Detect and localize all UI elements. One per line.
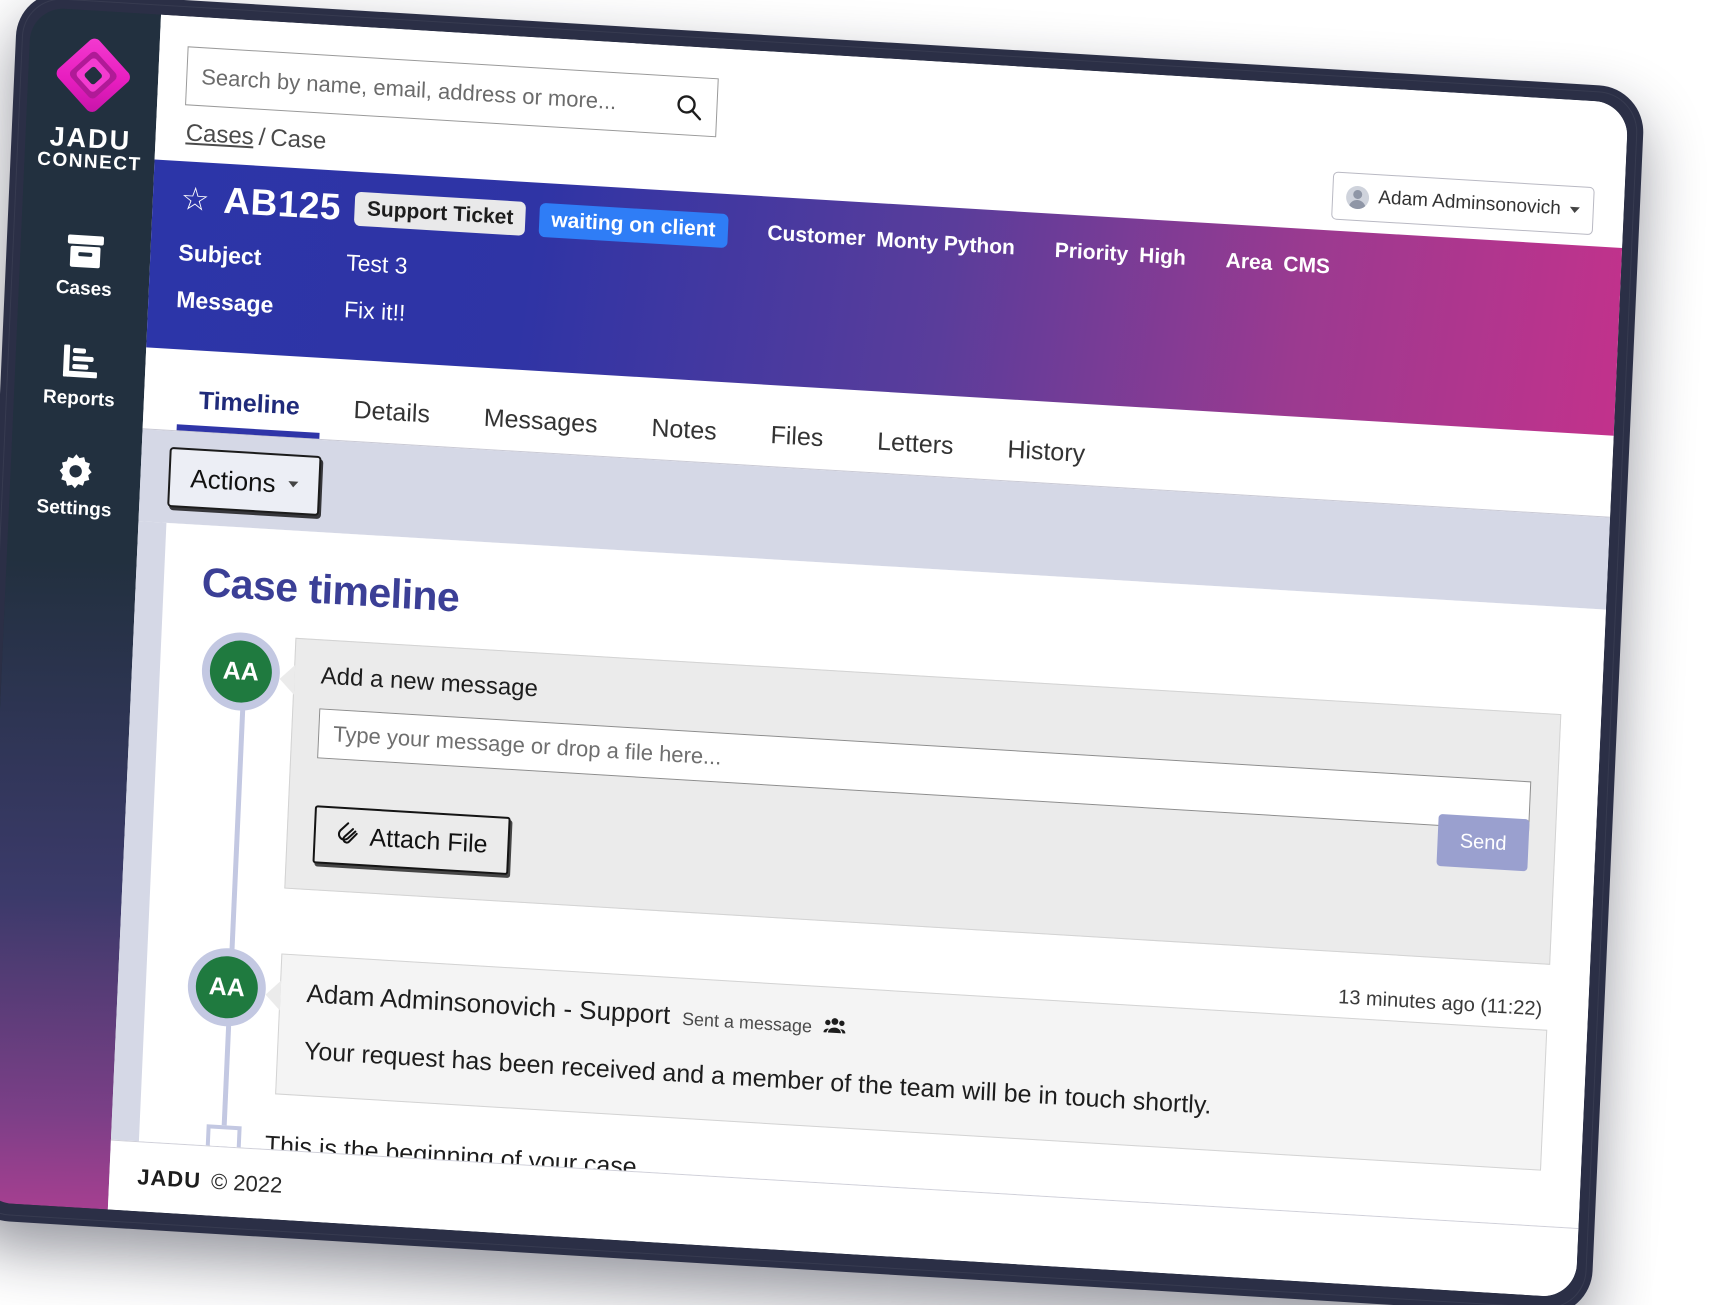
brand-wordmark: JADU CONNECT <box>37 121 143 176</box>
actions-dropdown-label: Actions <box>189 462 277 498</box>
sidebar-nav: Cases Reports Settings <box>8 209 152 546</box>
sidebar-item-reports[interactable]: Reports <box>12 319 147 437</box>
search-input[interactable] <box>186 62 662 118</box>
case-type-badge: Support Ticket <box>354 191 527 236</box>
attach-file-label: Attach File <box>369 823 489 859</box>
case-priority-label: Priority <box>1054 238 1129 267</box>
people-group-icon <box>823 1016 846 1039</box>
sidebar-item-settings[interactable]: Settings <box>8 429 143 547</box>
bar-chart-icon <box>61 341 101 383</box>
case-customer-value: Monty Python <box>875 228 1016 260</box>
avatar: AA <box>208 638 274 705</box>
case-reference: AB125 <box>222 179 342 228</box>
app-screen: JADU CONNECT Cases Reports Settings Sear… <box>0 6 1629 1298</box>
sidebar-item-label: Settings <box>36 496 112 522</box>
case-area-label: Area <box>1225 249 1273 275</box>
compose-bubble: Add a new message Type your message or d… <box>284 637 1562 965</box>
attach-file-button[interactable]: Attach File <box>312 805 511 875</box>
tab-files[interactable]: Files <box>742 419 851 470</box>
user-menu-button[interactable]: Adam Adminsonovich <box>1331 171 1595 236</box>
chevron-down-icon <box>288 481 299 488</box>
star-outline-icon[interactable]: ☆ <box>180 180 210 218</box>
tab-letters[interactable]: Letters <box>849 426 981 479</box>
send-button[interactable]: Send <box>1436 813 1530 872</box>
case-status-badge: waiting on client <box>538 202 729 249</box>
avatar: AA <box>194 954 260 1021</box>
chevron-down-icon <box>1569 206 1580 214</box>
user-avatar-icon <box>1345 184 1370 210</box>
tab-details[interactable]: Details <box>325 394 457 447</box>
gear-icon <box>56 450 96 492</box>
paperclip-icon <box>335 820 358 852</box>
case-area-value: CMS <box>1282 252 1331 279</box>
sidebar-item-cases[interactable]: Cases <box>17 209 152 327</box>
case-subject-value: Test 3 <box>345 249 409 279</box>
compose-actions: Attach File Send <box>312 805 1530 936</box>
case-priority: Priority High <box>1054 239 1186 271</box>
tab-notes[interactable]: Notes <box>623 412 744 464</box>
timeline-card: Case timeline AA Add a new message Type … <box>138 522 1607 1229</box>
footer-brand: JADU <box>136 1163 202 1193</box>
sidebar-item-label: Cases <box>55 277 113 302</box>
case-customer-label: Customer <box>766 221 866 251</box>
tab-history[interactable]: History <box>979 434 1113 487</box>
app-content: Cases/Case Adam Adminsonovich ☆ AB125 Su… <box>107 14 1629 1298</box>
message-author: Adam Adminsonovich - Support <box>305 978 671 1030</box>
case-subject-label: Subject <box>177 239 263 271</box>
screenshot-scene: JADU CONNECT Cases Reports Settings Sear… <box>0 0 1721 1305</box>
sidebar-item-label: Reports <box>42 386 116 412</box>
case-customer: Customer Monty Python <box>766 221 1016 261</box>
actions-dropdown-button[interactable]: Actions <box>167 446 322 517</box>
timeline-compose-row: AA Add a new message Type your message o… <box>184 632 1562 965</box>
search-icon[interactable] <box>660 90 717 121</box>
footer-copyright: © 2022 <box>210 1168 283 1198</box>
content-area: Case timeline AA Add a new message Type … <box>110 521 1607 1229</box>
tablet-device-frame: JADU CONNECT Cases Reports Settings Sear… <box>0 0 1646 1305</box>
jadu-diamond-logo-icon <box>48 30 138 121</box>
breadcrumb: Cases / Case <box>185 119 327 155</box>
breadcrumb-separator: / <box>258 123 266 152</box>
case-priority-value: High <box>1138 243 1187 270</box>
case-area: Area CMS <box>1225 249 1330 279</box>
case-message-label: Message <box>175 286 274 318</box>
message-bubble: Adam Adminsonovich - Support Sent a mess… <box>275 953 1548 1171</box>
user-menu-label: Adam Adminsonovich <box>1377 187 1562 220</box>
timeline-list: AA Add a new message Type your message o… <box>172 632 1562 1228</box>
case-message-value: Fix it!! <box>343 296 406 326</box>
breadcrumb-current: Case <box>269 124 327 155</box>
archive-box-icon <box>66 231 106 273</box>
brand-name-line2: CONNECT <box>36 148 142 177</box>
breadcrumb-link-cases[interactable]: Cases <box>185 119 254 150</box>
tab-timeline[interactable]: Timeline <box>171 385 328 439</box>
message-kind: Sent a message <box>681 1008 813 1037</box>
